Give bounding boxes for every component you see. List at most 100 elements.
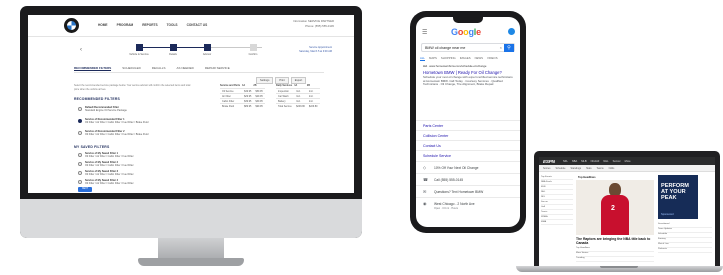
export-button[interactable]: Export <box>290 77 307 84</box>
hamburger-menu-icon[interactable]: ☰ <box>422 29 427 36</box>
nav-item[interactable]: NFL <box>563 160 568 163</box>
subnav-item[interactable]: Odds <box>609 167 615 170</box>
tab-videos[interactable]: VIDEOS <box>487 56 498 61</box>
subnav-item[interactable]: Teams <box>597 167 604 170</box>
tab-news[interactable]: NEWS <box>475 56 483 61</box>
call-extension[interactable]: ☎ Call (555) 555-0145 <box>416 173 520 184</box>
promo-extension[interactable]: ◇ 10% Off Your Next Oil Change <box>416 161 520 172</box>
tab-as-needed[interactable]: AS NEEDED <box>176 66 193 71</box>
location-extension[interactable]: ◉ West Chicago - 2 North Ave Open · 0.6 … <box>416 197 520 213</box>
tag-icon: ◇ <box>423 165 427 170</box>
radio-button[interactable] <box>78 130 82 135</box>
headline-item[interactable]: Trending <box>576 257 654 262</box>
search-icon[interactable]: ⚲ <box>504 44 514 52</box>
nav-item[interactable]: NCAAF <box>591 160 600 163</box>
brand-logo-icon[interactable] <box>64 18 79 33</box>
nav-tools[interactable]: TOOLS <box>167 23 178 27</box>
tab-recalls[interactable]: RECALLS <box>152 66 166 71</box>
filter-tabs: RECOMMENDED FILTERS SCHEDULED RECALLS AS… <box>74 66 230 71</box>
right-rail: Scoreboard Team Updates Schedule Fantasy Wat… <box>658 223 712 253</box>
espn-logo[interactable]: ESPN <box>543 159 555 164</box>
chat-icon: ✉ <box>423 189 427 194</box>
filter-option[interactable]: Service of My Saved Filter 1 Oil Filter /… <box>78 152 134 159</box>
radio-button[interactable] <box>78 179 82 184</box>
nav-item[interactable]: NBA <box>572 160 577 163</box>
location-text: West Chicago - 2 North Ave <box>434 201 475 206</box>
nav-item[interactable]: MLB <box>581 160 586 163</box>
right-rail-item[interactable]: Podcasts <box>658 248 712 253</box>
subnav-item[interactable]: Standings <box>570 167 581 170</box>
step-marker[interactable] <box>250 44 257 51</box>
filter-option[interactable]: Service of Recommended Filter 2 Oil Filte… <box>78 130 148 137</box>
tab-divider <box>74 72 324 73</box>
nav-contact[interactable]: CONTACT US <box>187 23 208 27</box>
more-headlines: Top Headlines More Stories Trending <box>576 247 654 262</box>
radio-button[interactable] <box>78 170 82 175</box>
appointment-time: Saturday, March 5 at 9:00 AM <box>299 50 332 53</box>
subnav-item[interactable]: Stats <box>586 167 591 170</box>
radio-button[interactable] <box>78 106 82 111</box>
next-button[interactable]: NEXT <box>78 187 92 192</box>
nav-reports[interactable]: REPORTS <box>142 23 157 27</box>
step-progress: Vehicle & Service Details Advisor Confir… <box>129 44 266 58</box>
table-cell: $209.80 <box>294 103 307 108</box>
tab-images[interactable]: IMAGES <box>460 56 471 61</box>
radio-button[interactable] <box>78 161 82 166</box>
search-box[interactable]: BMW oil change near me × ⚲ <box>421 43 515 52</box>
tab-maps[interactable]: MAPS <box>429 56 437 61</box>
toolbar: Settings Print Export <box>256 77 307 84</box>
option-subtitle: Oil Filter / Air Filter / Cabin Filter /… <box>85 173 134 177</box>
filter-option[interactable]: Service of My Saved Filter 2 Oil Filter /… <box>78 161 134 168</box>
sitelink-schedule[interactable]: Schedule Service <box>416 150 520 160</box>
location-sub: Open · 0.6 mi · Hours <box>434 206 459 210</box>
step-marker[interactable] <box>204 44 211 51</box>
step-marker[interactable] <box>136 44 143 51</box>
tab-scheduled[interactable]: SCHEDULED <box>122 66 141 71</box>
sitelink-parts[interactable]: Parts Center <box>416 120 520 130</box>
main-headline[interactable]: The Raptors are bringing the NBA title b… <box>576 237 654 245</box>
tab-repair[interactable]: REPAIR SERVICE <box>205 66 230 71</box>
nav-item[interactable]: NHL <box>603 160 608 163</box>
option-subtitle: Standard Engine Oil Service Package <box>85 109 127 113</box>
ad-description: Schedule your next oil change with exper… <box>423 75 513 87</box>
filter-option[interactable]: Service of My Saved Filter 4 Oil Filter /… <box>78 179 134 186</box>
nav-item[interactable]: Soccer <box>613 160 621 163</box>
tab-recommended[interactable]: RECOMMENDED FILTERS <box>74 66 112 71</box>
nav-item[interactable]: More <box>625 160 631 163</box>
nav-home[interactable]: HOME <box>98 23 108 27</box>
filter-option[interactable]: Service of My Saved Filter 3 Oil Filter /… <box>78 170 134 177</box>
filter-option[interactable]: Default Recommended Filter Standard Engin… <box>78 106 127 113</box>
tab-all[interactable]: ALL <box>420 56 425 61</box>
tab-shopping[interactable]: SHOPPING <box>441 56 456 61</box>
left-rail-item[interactable]: MMA <box>541 220 573 225</box>
google-logo: Google <box>451 27 481 37</box>
sitelink-collision[interactable]: Collision Center <box>416 130 520 140</box>
search-input[interactable]: BMW oil change near me <box>425 46 465 50</box>
radio-button[interactable] <box>78 118 82 123</box>
back-chevron-icon[interactable]: ‹ <box>80 47 82 53</box>
espn-nav: NFL NBA MLB NCAAF NHL Soccer More <box>563 160 631 163</box>
advertisement[interactable]: PERFORM AT YOUR PEAK Sponsored <box>658 175 698 219</box>
clear-icon[interactable]: × <box>500 45 502 50</box>
step-marker[interactable] <box>170 44 177 51</box>
logo-letter: G <box>451 27 458 37</box>
radio-button[interactable] <box>78 152 82 157</box>
player-illustration: 2 <box>598 183 632 235</box>
option-subtitle: Oil Filter / Air Filter / Cabin Filter /… <box>85 155 134 159</box>
print-button[interactable]: Print <box>275 77 289 84</box>
step-label: Vehicle & Service <box>129 53 149 56</box>
hero-image[interactable]: Top Headlines 2 <box>576 175 654 235</box>
message-extension[interactable]: ✉ Questions? Text Hometown BMW <box>416 185 520 196</box>
subnav-item[interactable]: Schedule <box>555 167 565 170</box>
subnav-item[interactable]: Scores <box>543 167 550 170</box>
settings-button[interactable]: Settings <box>256 77 274 84</box>
subnav-items: Scores Schedule Standings Stats Teams Od… <box>543 167 614 170</box>
dealer-phone[interactable]: Phone: (555) 555-0145 <box>293 24 334 29</box>
filter-option[interactable]: Service of Recommended Filter 1 Oil Filte… <box>78 118 148 125</box>
sitelink-contact[interactable]: Contact Us <box>416 140 520 150</box>
account-avatar-icon[interactable] <box>508 28 515 35</box>
ad-url[interactable]: www.hometownbmw.com/schedule-oil-change <box>429 64 486 68</box>
nav-program[interactable]: PROGRAM <box>117 23 134 27</box>
option-text: Service of My Saved Filter 4 Oil Filter /… <box>85 179 134 186</box>
step-label: Confirm <box>248 53 258 56</box>
